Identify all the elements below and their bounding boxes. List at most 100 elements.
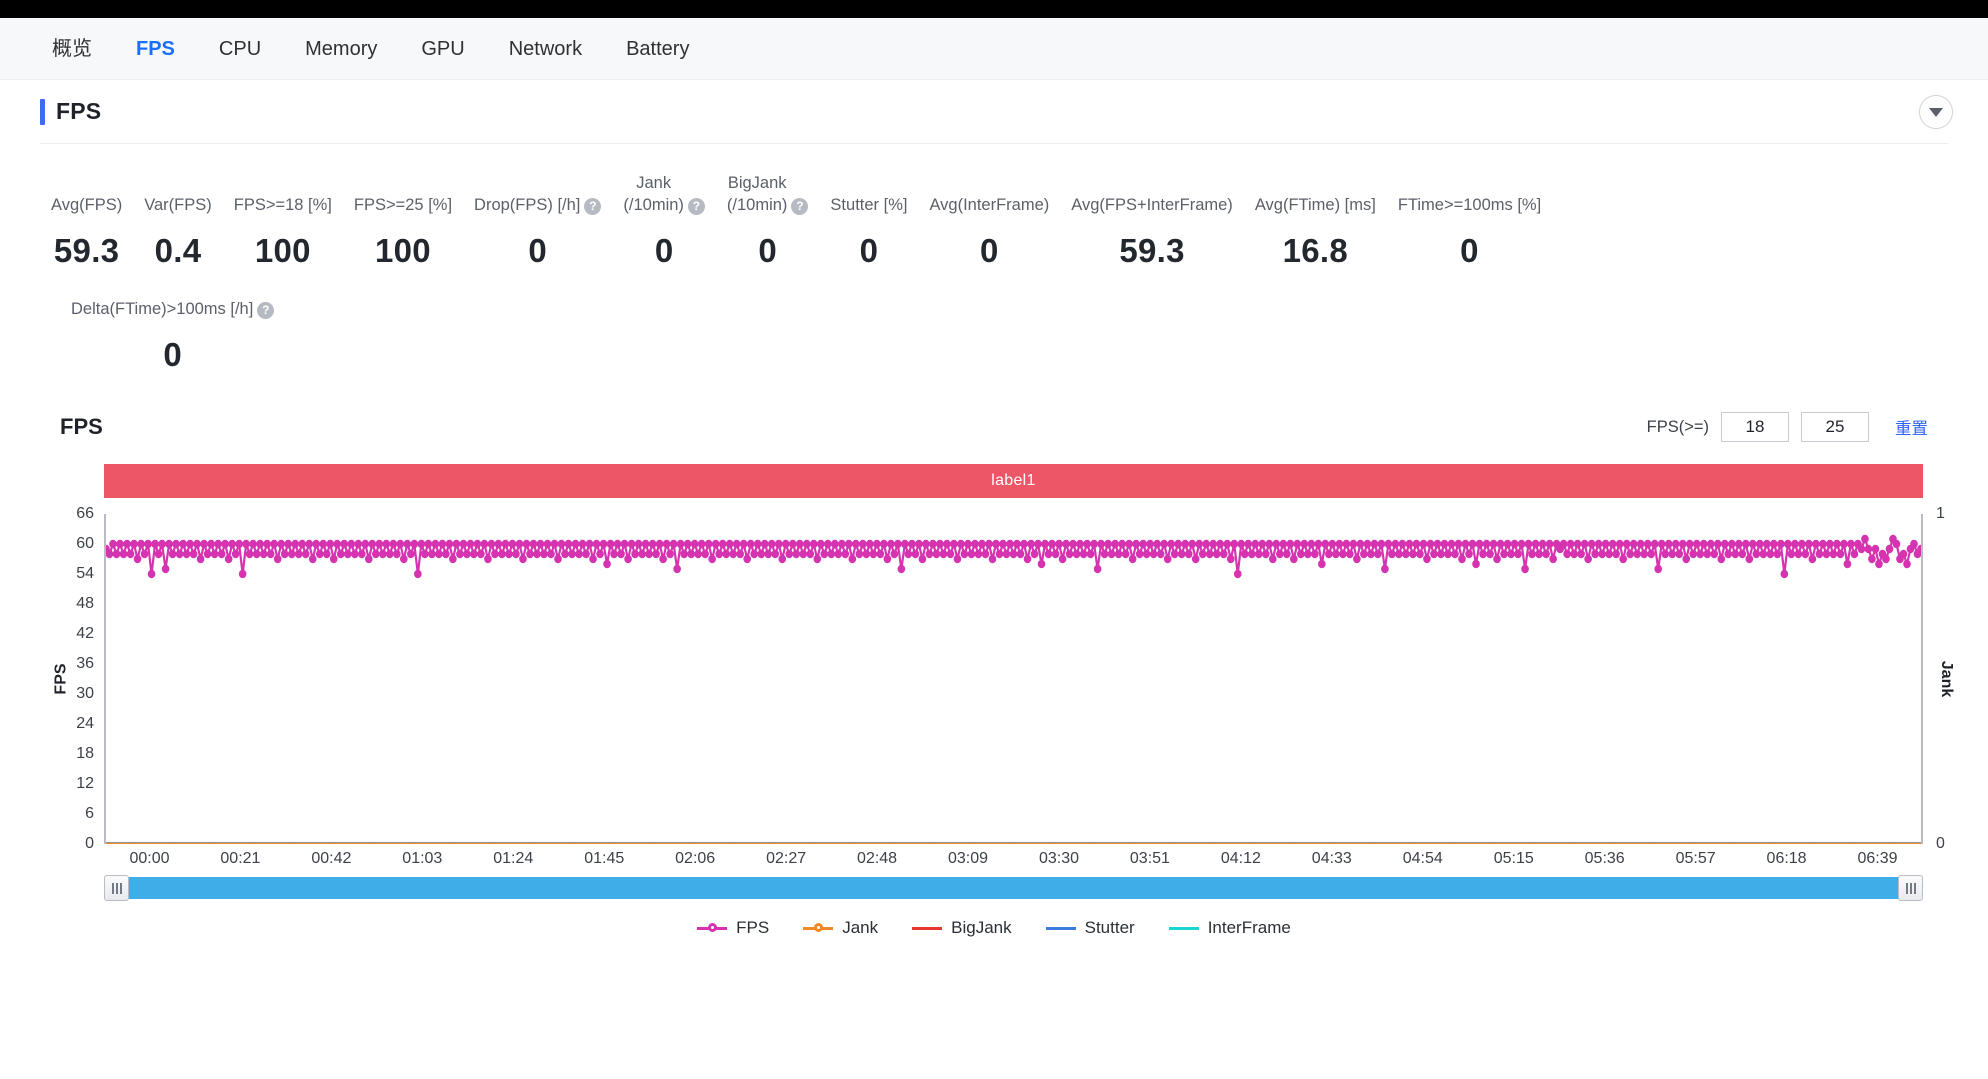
metric-label-text: Drop(FPS) [/h] — [474, 196, 581, 214]
metric-item: FPS>=25 [%] 100 — [343, 194, 463, 270]
legend-item-interframe[interactable]: InterFrame — [1168, 918, 1291, 938]
fps-threshold-low-input[interactable] — [1721, 412, 1789, 442]
y-tick-label: 6 — [85, 805, 94, 822]
help-icon[interactable]: ? — [687, 198, 705, 215]
metrics-row-primary: Avg(FPS) 59.3 Var(FPS) 0.4 FPS>=18 [%] 100 FPS… — [40, 172, 1948, 270]
metric-label-text: BigJank (/10min) — [726, 174, 788, 214]
window-title-bar — [0, 0, 1988, 18]
nav-tab-memory[interactable]: Memory — [283, 18, 399, 80]
slider-handle-right[interactable] — [1898, 875, 1923, 901]
metric-label-text: Var(FPS) — [144, 196, 212, 214]
y-tick-label: 36 — [76, 655, 94, 672]
y-tick-label: 18 — [76, 745, 94, 762]
nav-tab-network[interactable]: Network — [487, 18, 604, 80]
metric-item: Drop(FPS) [/h]? 0 — [463, 194, 612, 270]
y-tick-label: 24 — [76, 715, 94, 732]
metric-value: 59.3 — [1119, 232, 1185, 269]
metric-value: 100 — [374, 232, 431, 269]
metric-label: Avg(FPS+InterFrame) — [1071, 194, 1233, 216]
reset-link[interactable]: 重置 — [1895, 415, 1928, 439]
x-tick-label: 06:39 — [1857, 850, 1898, 867]
nav-tab-fps[interactable]: FPS — [114, 18, 197, 80]
y-axis-ticks: 0 6 12 18 24 30 36 42 48 54 60 66 — [60, 505, 104, 852]
drag-handle-icon — [115, 882, 118, 894]
label-band: label1 — [104, 464, 1923, 498]
y-tick-label: 42 — [76, 625, 94, 642]
metric-label-text: FPS>=25 [%] — [353, 196, 453, 214]
x-tick-label: 04:12 — [1220, 850, 1261, 867]
x-tick-label: 00:00 — [129, 850, 170, 867]
legend-swatch-icon — [803, 921, 834, 935]
metric-label-text: Delta(FTime)>100ms [/h] — [71, 300, 254, 318]
nav-tab-概览[interactable]: 概览 — [30, 18, 114, 80]
main-nav-tabs: 概览 FPS CPU Memory GPU Network Battery — [0, 18, 1988, 80]
x-tick-label: 05:15 — [1493, 850, 1534, 867]
legend-item-fps[interactable]: FPS — [697, 918, 769, 938]
legend-swatch-icon — [1168, 921, 1199, 935]
fps-chart-card: FPS FPS(>=) 重置 label1 FPS Jank 0 6 12 18 24 3… — [53, 404, 1955, 938]
metric-value: 16.8 — [1282, 232, 1349, 269]
metric-item: Jank (/10min)? 0 — [612, 172, 716, 270]
chart-controls: FPS(>=) 重置 — [1647, 412, 1928, 442]
legend-swatch-icon — [697, 921, 728, 935]
chart-toolbar: FPS FPS(>=) 重置 — [60, 404, 1928, 450]
collapse-section-button[interactable] — [1919, 95, 1953, 129]
slider-track[interactable] — [104, 877, 1923, 899]
metrics-panel: Avg(FPS) 59.3 Var(FPS) 0.4 FPS>=18 [%] 100 FPS… — [40, 144, 1948, 374]
x-tick-label: 00:42 — [311, 850, 352, 867]
fps-series-markers — [106, 534, 1921, 579]
metric-label-text: FTime>=100ms [%] — [1397, 196, 1542, 214]
x-tick-label: 00:21 — [220, 850, 261, 867]
metric-value: 0 — [758, 232, 777, 269]
metric-value: 100 — [254, 232, 311, 269]
metric-item: Avg(FTime) [ms] 16.8 — [1244, 194, 1387, 270]
metric-label: BigJank (/10min)? — [727, 172, 809, 216]
legend-label: FPS — [736, 918, 770, 937]
metric-value: 0 — [528, 232, 548, 269]
y-tick-label: 12 — [76, 775, 94, 792]
chart-legend: FPS Jank BigJank Stutter InterFrame — [60, 918, 1928, 938]
metric-label: Delta(FTime)>100ms [/h]? — [71, 298, 275, 320]
metric-label: Drop(FPS) [/h]? — [474, 194, 602, 216]
metric-label-text: Avg(FTime) [ms] — [1254, 196, 1376, 214]
metric-value: 0 — [1460, 232, 1479, 269]
nav-tab-gpu[interactable]: GPU — [399, 18, 486, 80]
nav-tab-battery[interactable]: Battery — [604, 18, 711, 80]
metric-label: Jank (/10min)? — [623, 172, 705, 216]
metric-value: 0 — [163, 336, 182, 373]
x-tick-label: 03:30 — [1038, 850, 1079, 867]
legend-item-jank[interactable]: Jank — [803, 918, 878, 938]
help-icon[interactable]: ? — [584, 198, 602, 215]
metric-label-text: Avg(FPS+InterFrame) — [1071, 196, 1233, 214]
chart-title: FPS — [60, 414, 103, 439]
time-range-slider[interactable] — [104, 875, 1923, 901]
x-tick-label: 02:48 — [857, 850, 898, 867]
nav-tab-cpu[interactable]: CPU — [197, 18, 283, 80]
metric-value: 0 — [654, 232, 674, 269]
help-icon[interactable]: ? — [791, 198, 809, 215]
legend-item-stutter[interactable]: Stutter — [1045, 918, 1135, 938]
legend-item-bigjank[interactable]: BigJank — [912, 918, 1012, 938]
drag-handle-icon — [1905, 882, 1908, 894]
plot-area[interactable] — [104, 514, 1923, 844]
metric-value: 59.3 — [53, 232, 120, 269]
fps-threshold-high-input[interactable] — [1801, 412, 1869, 442]
drag-handle-icon — [119, 882, 122, 894]
fps-threshold-label: FPS(>=) — [1646, 417, 1709, 436]
x-tick-label: 01:24 — [493, 850, 534, 867]
metric-value: 0 — [859, 232, 879, 269]
legend-label: Jank — [842, 918, 879, 937]
x-tick-label: 02:27 — [766, 850, 807, 867]
y-tick-label: 54 — [76, 565, 94, 582]
metric-item: Delta(FTime)>100ms [/h]? 0 — [60, 298, 285, 374]
plot-wrapper: FPS Jank 0 6 12 18 24 30 36 42 48 54 60 66 01 — [53, 505, 1955, 852]
fps-section-header: FPS — [40, 80, 1953, 144]
drag-handle-icon — [111, 882, 114, 894]
help-icon[interactable]: ? — [257, 302, 275, 319]
x-tick-label: 03:51 — [1129, 850, 1170, 867]
x-axis-ticks: 00:00 00:21 00:42 01:03 01:24 01:45 02:06 02:27… — [104, 844, 1923, 876]
metric-label: FTime>=100ms [%] — [1398, 194, 1541, 216]
slider-handle-left[interactable] — [104, 875, 129, 901]
metric-item: BigJank (/10min)? 0 — [716, 172, 820, 270]
fps-line-chart — [106, 534, 1921, 844]
